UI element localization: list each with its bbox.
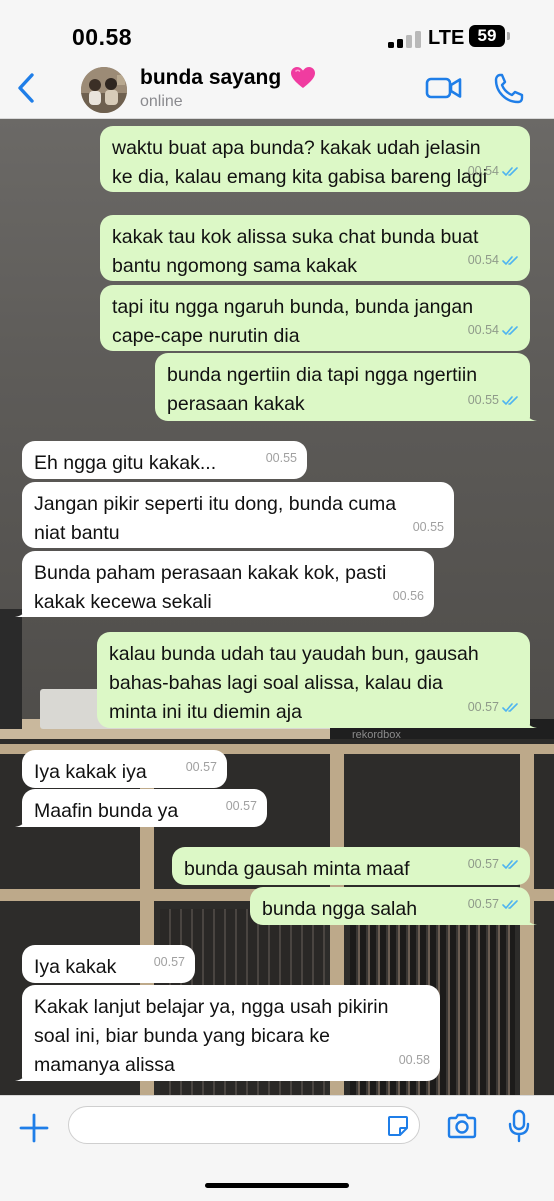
message-text-line: Jangan pikir seperti itu dong, bunda cum… xyxy=(34,493,397,515)
battery-icon: 59 xyxy=(469,25,505,47)
home-indicator xyxy=(205,1183,349,1188)
contact-name[interactable]: bunda sayang xyxy=(140,66,281,90)
status-time: 00.58 xyxy=(72,24,133,50)
read-receipt-icon xyxy=(502,396,518,405)
incoming-message[interactable]: Iya kakak iya 00.57 xyxy=(22,750,227,788)
message-text-line: kakak tau kok alissa suka chat bunda bua… xyxy=(112,226,479,248)
incoming-message[interactable]: Jangan pikir seperti itu dong, bunda cum… xyxy=(22,482,454,548)
read-receipt-icon xyxy=(502,326,518,335)
pink-heart-icon xyxy=(291,67,315,88)
message-timestamp: 00.55 xyxy=(265,451,297,465)
sticker-icon[interactable] xyxy=(386,1114,410,1138)
chevron-left-icon[interactable] xyxy=(12,70,42,106)
outgoing-message[interactable]: kakak tau kok alissa suka chat bunda bua… xyxy=(100,215,530,281)
message-meta: 00.57 xyxy=(226,792,257,821)
message-text-line: bahas-bahas lagi soal alissa, kalau dia xyxy=(109,672,443,694)
bubble-tail xyxy=(15,1067,29,1081)
chat-header: bunda sayang online xyxy=(0,60,554,119)
read-receipt-icon xyxy=(502,167,518,176)
outgoing-message[interactable]: bunda ngertiin dia tapi ngga ngertiin per… xyxy=(155,353,537,421)
message-text-line: Bunda paham perasaan kakak kok, pasti xyxy=(34,562,387,584)
message-text-line: minta ini itu diemin aja xyxy=(109,701,302,723)
message-timestamp: 00.56 xyxy=(392,589,424,603)
message-timestamp: 00.55 xyxy=(467,393,499,407)
message-text-line: waktu buat apa bunda? kakak udah jelasin xyxy=(112,137,481,159)
message-meta: 00.55 xyxy=(468,386,520,415)
camera-icon[interactable] xyxy=(446,1112,478,1140)
message-text-line: kakak kecewa sekali xyxy=(34,591,212,613)
message-text-line: ke dia, kalau emang kita gabisa bareng l… xyxy=(112,166,488,188)
message-text-line: bantu ngomong sama kakak xyxy=(112,255,357,277)
outgoing-message[interactable]: kalau bunda udah tau yaudah bun, gausah b… xyxy=(97,632,537,728)
incoming-message[interactable]: Iya kakak 00.57 xyxy=(22,945,195,983)
message-timestamp: 00.57 xyxy=(467,857,499,871)
message-text-line: Eh ngga gitu kakak... xyxy=(34,452,217,474)
bubble-tail xyxy=(523,714,537,728)
message-meta: 00.54 xyxy=(468,316,520,345)
message-timestamp: 00.58 xyxy=(398,1053,430,1067)
message-text-line: bunda ngertiin dia tapi ngga ngertiin xyxy=(167,364,478,386)
message-text-line: Kakak lanjut belajar ya, ngga usah pikir… xyxy=(34,996,389,1018)
network-type: LTE xyxy=(428,27,465,49)
message-meta: 00.57 xyxy=(468,693,520,722)
microphone-icon[interactable] xyxy=(508,1109,530,1143)
message-text-line: Maafin bunda ya xyxy=(34,800,179,822)
outgoing-message[interactable]: waktu buat apa bunda? kakak udah jelasin… xyxy=(100,126,530,192)
bubble-tail xyxy=(15,603,29,617)
message-timestamp: 00.54 xyxy=(467,164,499,178)
message-timestamp: 00.57 xyxy=(467,700,499,714)
status-bar: 00.58 LTE 59 xyxy=(0,0,554,60)
message-text-line: mamanya alissa xyxy=(34,1054,175,1076)
message-input[interactable] xyxy=(68,1106,420,1144)
message-meta: 00.56 xyxy=(393,582,424,611)
bubble-tail xyxy=(523,911,537,925)
incoming-message[interactable]: Bunda paham perasaan kakak kok, pasti kak… xyxy=(15,551,434,617)
message-text-line: perasaan kakak xyxy=(167,393,305,415)
read-receipt-icon xyxy=(502,703,518,712)
read-receipt-icon xyxy=(502,256,518,265)
message-timestamp: 00.57 xyxy=(185,760,217,774)
incoming-message[interactable]: Eh ngga gitu kakak... 00.55 xyxy=(22,441,307,479)
message-text-line: tapi itu ngga ngaruh bunda, bunda jangan xyxy=(112,296,474,318)
message-meta: 00.57 xyxy=(468,850,520,879)
message-timestamp: 00.57 xyxy=(153,955,185,969)
message-meta: 00.57 xyxy=(468,890,520,919)
message-meta: 00.57 xyxy=(154,948,185,977)
message-meta: 00.55 xyxy=(266,444,297,473)
bubble-tail xyxy=(15,813,29,827)
message-timestamp: 00.57 xyxy=(467,897,499,911)
outgoing-message[interactable]: bunda gausah minta maaf 00.57 xyxy=(172,847,530,885)
message-text-line: soal ini, biar bunda yang bicara ke xyxy=(34,1025,330,1047)
contact-status: online xyxy=(140,93,183,110)
message-meta: 00.57 xyxy=(186,753,217,782)
incoming-message[interactable]: Kakak lanjut belajar ya, ngga usah pikir… xyxy=(15,985,440,1081)
plus-icon[interactable] xyxy=(18,1112,50,1144)
message-meta: 00.58 xyxy=(399,1046,430,1075)
message-meta: 00.55 xyxy=(413,513,444,542)
battery-tip xyxy=(507,32,510,40)
avatar-photo-icon xyxy=(81,67,127,113)
chat-area[interactable]: rekordbox waktu buat apa bunda? kakak ud… xyxy=(0,119,554,1095)
bubble-tail xyxy=(523,407,537,421)
phone-icon[interactable] xyxy=(492,72,524,106)
signal-strength-icon xyxy=(388,30,422,48)
message-timestamp: 00.54 xyxy=(467,253,499,267)
message-meta: 00.54 xyxy=(468,246,520,275)
message-timestamp: 00.55 xyxy=(412,520,444,534)
message-text-line: kalau bunda udah tau yaudah bun, gausah xyxy=(109,643,479,665)
outgoing-message[interactable]: tapi itu ngga ngaruh bunda, bunda jangan… xyxy=(100,285,530,351)
message-timestamp: 00.54 xyxy=(467,323,499,337)
message-text-line: cape-cape nurutin dia xyxy=(112,325,300,347)
incoming-message[interactable]: Maafin bunda ya 00.57 xyxy=(15,789,267,827)
message-meta: 00.54 xyxy=(468,157,520,186)
message-text-line: niat bantu xyxy=(34,522,120,544)
message-timestamp: 00.57 xyxy=(225,799,257,813)
read-receipt-icon xyxy=(502,860,518,869)
outgoing-message[interactable]: bunda ngga salah 00.57 xyxy=(250,887,537,925)
video-camera-icon[interactable] xyxy=(425,74,463,102)
background-speaker xyxy=(0,609,22,729)
avatar[interactable] xyxy=(81,67,127,113)
read-receipt-icon xyxy=(502,900,518,909)
